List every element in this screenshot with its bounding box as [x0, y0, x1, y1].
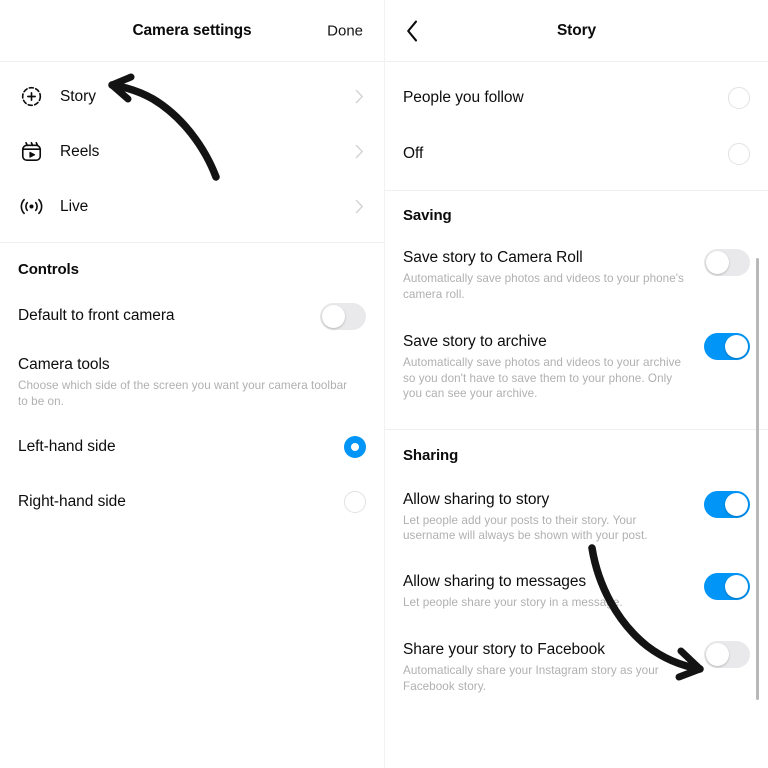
row-text: Left-hand side: [18, 437, 316, 457]
row-title: Allow sharing to messages: [403, 572, 587, 590]
row-text: People you follow: [403, 88, 700, 108]
page-title: Camera settings: [132, 21, 252, 39]
row-off[interactable]: Off: [385, 109, 768, 165]
row-control: [700, 142, 750, 165]
sidebar-item-label: Live: [60, 197, 89, 215]
toggle-knob: [706, 251, 729, 274]
sharing-section-heading: Sharing: [403, 446, 459, 464]
row-left-hand-side[interactable]: Left-hand side: [0, 409, 384, 458]
row-control: [700, 332, 750, 360]
row-control: [316, 490, 366, 513]
row-title: Allow sharing to story: [403, 490, 550, 508]
sidebar-item-label: Story: [60, 87, 96, 105]
row-camera-tools: Camera tools Choose which side of the sc…: [0, 330, 384, 409]
save-camera-roll-toggle[interactable]: [704, 249, 750, 276]
camera-settings-header: Camera settings Done: [0, 0, 384, 62]
row-text: Camera tools Choose which side of the sc…: [18, 355, 366, 409]
row-text: Default to front camera: [18, 306, 316, 326]
radio-off[interactable]: [728, 143, 750, 165]
row-save-to-archive[interactable]: Save story to archive Automatically save…: [385, 302, 768, 402]
radio-left-hand-side[interactable]: [344, 436, 366, 458]
row-title: Default to front camera: [18, 307, 175, 324]
chevron-right-icon: [353, 197, 365, 217]
row-text: Allow sharing to messages Let people sha…: [403, 572, 700, 611]
row-control: [316, 435, 366, 458]
radio-people-you-follow[interactable]: [728, 87, 750, 109]
share-to-facebook-toggle[interactable]: [704, 641, 750, 668]
row-title: Save story to Camera Roll: [403, 249, 583, 266]
row-control: [700, 572, 750, 600]
row-title: Right-hand side: [18, 492, 126, 510]
allow-sharing-story-toggle[interactable]: [704, 490, 750, 518]
row-text: Save story to archive Automatically save…: [403, 332, 700, 402]
row-subtitle: Let people share your story in a message…: [403, 595, 623, 609]
story-header: Story: [385, 0, 768, 62]
row-subtitle: Automatically save photos and videos to …: [403, 356, 682, 400]
row-people-you-follow[interactable]: People you follow: [385, 62, 768, 109]
sidebar-item-story[interactable]: Story: [0, 69, 384, 124]
allow-sharing-messages-toggle[interactable]: [704, 572, 750, 600]
story-settings-panel: Story People you follow Off Saving Save …: [384, 0, 768, 768]
sidebar-item-label: Reels: [60, 142, 100, 160]
row-subtitle: Let people add your posts to their story…: [403, 513, 648, 543]
page-title: Story: [556, 21, 597, 39]
app-screenshot: Camera settings Done Story Reels Live Co…: [0, 0, 768, 768]
row-text: Share your story to Facebook Automatical…: [403, 640, 700, 694]
chevron-right-icon: [353, 142, 365, 162]
row-title: Camera tools: [18, 356, 110, 373]
row-text: Allow sharing to story Let people add yo…: [403, 490, 700, 544]
camera-mode-list: Story Reels Live: [0, 69, 384, 234]
row-title: Left-hand side: [18, 437, 116, 455]
row-title: People you follow: [403, 88, 524, 106]
back-button[interactable]: [399, 18, 425, 44]
chevron-right-icon: [353, 87, 365, 107]
toggle-knob: [725, 492, 748, 516]
camera-settings-panel: Camera settings Done Story Reels Live Co…: [0, 0, 384, 768]
front-camera-toggle[interactable]: [320, 303, 366, 330]
chevron-left-icon: [406, 20, 417, 41]
row-subtitle: Automatically share your Instagram story…: [403, 664, 659, 693]
toggle-knob: [725, 335, 748, 358]
done-button[interactable]: Done: [327, 22, 363, 39]
row-allow-sharing-to-messages[interactable]: Allow sharing to messages Let people sha…: [385, 544, 768, 611]
row-default-front-camera[interactable]: Default to front camera: [0, 278, 384, 330]
row-control: [316, 302, 366, 330]
toggle-knob: [706, 643, 729, 666]
row-control: [700, 86, 750, 109]
toggle-knob: [725, 574, 748, 598]
row-save-to-camera-roll[interactable]: Save story to Camera Roll Automatically …: [385, 224, 768, 302]
save-archive-toggle[interactable]: [704, 333, 750, 360]
row-subtitle: Automatically save photos and videos to …: [403, 272, 684, 301]
row-control: [700, 490, 750, 518]
sidebar-item-live[interactable]: Live: [0, 179, 384, 234]
reels-clapboard-icon: [18, 139, 44, 165]
live-broadcast-icon: [18, 194, 44, 220]
row-control: [700, 248, 750, 276]
row-text: Right-hand side: [18, 492, 316, 512]
row-title: Save story to archive: [403, 333, 547, 350]
scrollbar-thumb[interactable]: [756, 258, 759, 700]
toggle-knob: [322, 305, 345, 328]
row-share-story-to-facebook[interactable]: Share your story to Facebook Automatical…: [385, 610, 768, 694]
row-text: Off: [403, 144, 700, 164]
saving-section-heading: Saving: [403, 207, 452, 224]
row-allow-sharing-to-story[interactable]: Allow sharing to story Let people add yo…: [385, 464, 768, 544]
row-title: Off: [403, 144, 424, 162]
sidebar-item-reels[interactable]: Reels: [0, 124, 384, 179]
story-add-circle-icon: [18, 84, 44, 110]
scrollbar[interactable]: [756, 70, 759, 760]
radio-right-hand-side[interactable]: [344, 491, 366, 513]
row-title: Share your story to Facebook: [403, 641, 605, 658]
row-subtitle: Choose which side of the screen you want…: [18, 379, 348, 408]
row-control: [700, 640, 750, 668]
row-right-hand-side[interactable]: Right-hand side: [0, 458, 384, 513]
controls-section-heading: Controls: [18, 261, 79, 278]
row-text: Save story to Camera Roll Automatically …: [403, 248, 700, 302]
